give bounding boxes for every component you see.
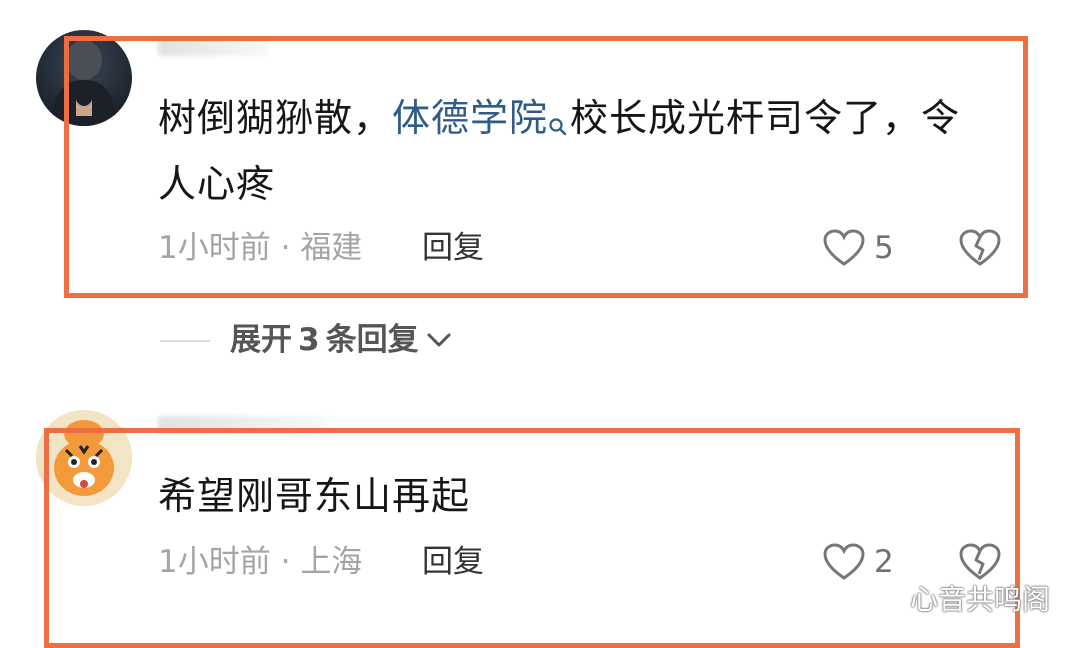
expand-prefix: 展开 bbox=[230, 322, 292, 358]
highlight-frame bbox=[44, 428, 1020, 648]
expand-replies-button[interactable]: 展开 3 条回复 bbox=[230, 320, 453, 360]
expand-suffix: 条回复 bbox=[325, 322, 419, 358]
divider bbox=[160, 340, 210, 342]
reply-count: 3 bbox=[298, 322, 320, 358]
chevron-down-icon bbox=[427, 333, 451, 347]
watermark-text: 心音共鸣阁 bbox=[909, 583, 1050, 616]
highlight-frame bbox=[64, 36, 1028, 298]
